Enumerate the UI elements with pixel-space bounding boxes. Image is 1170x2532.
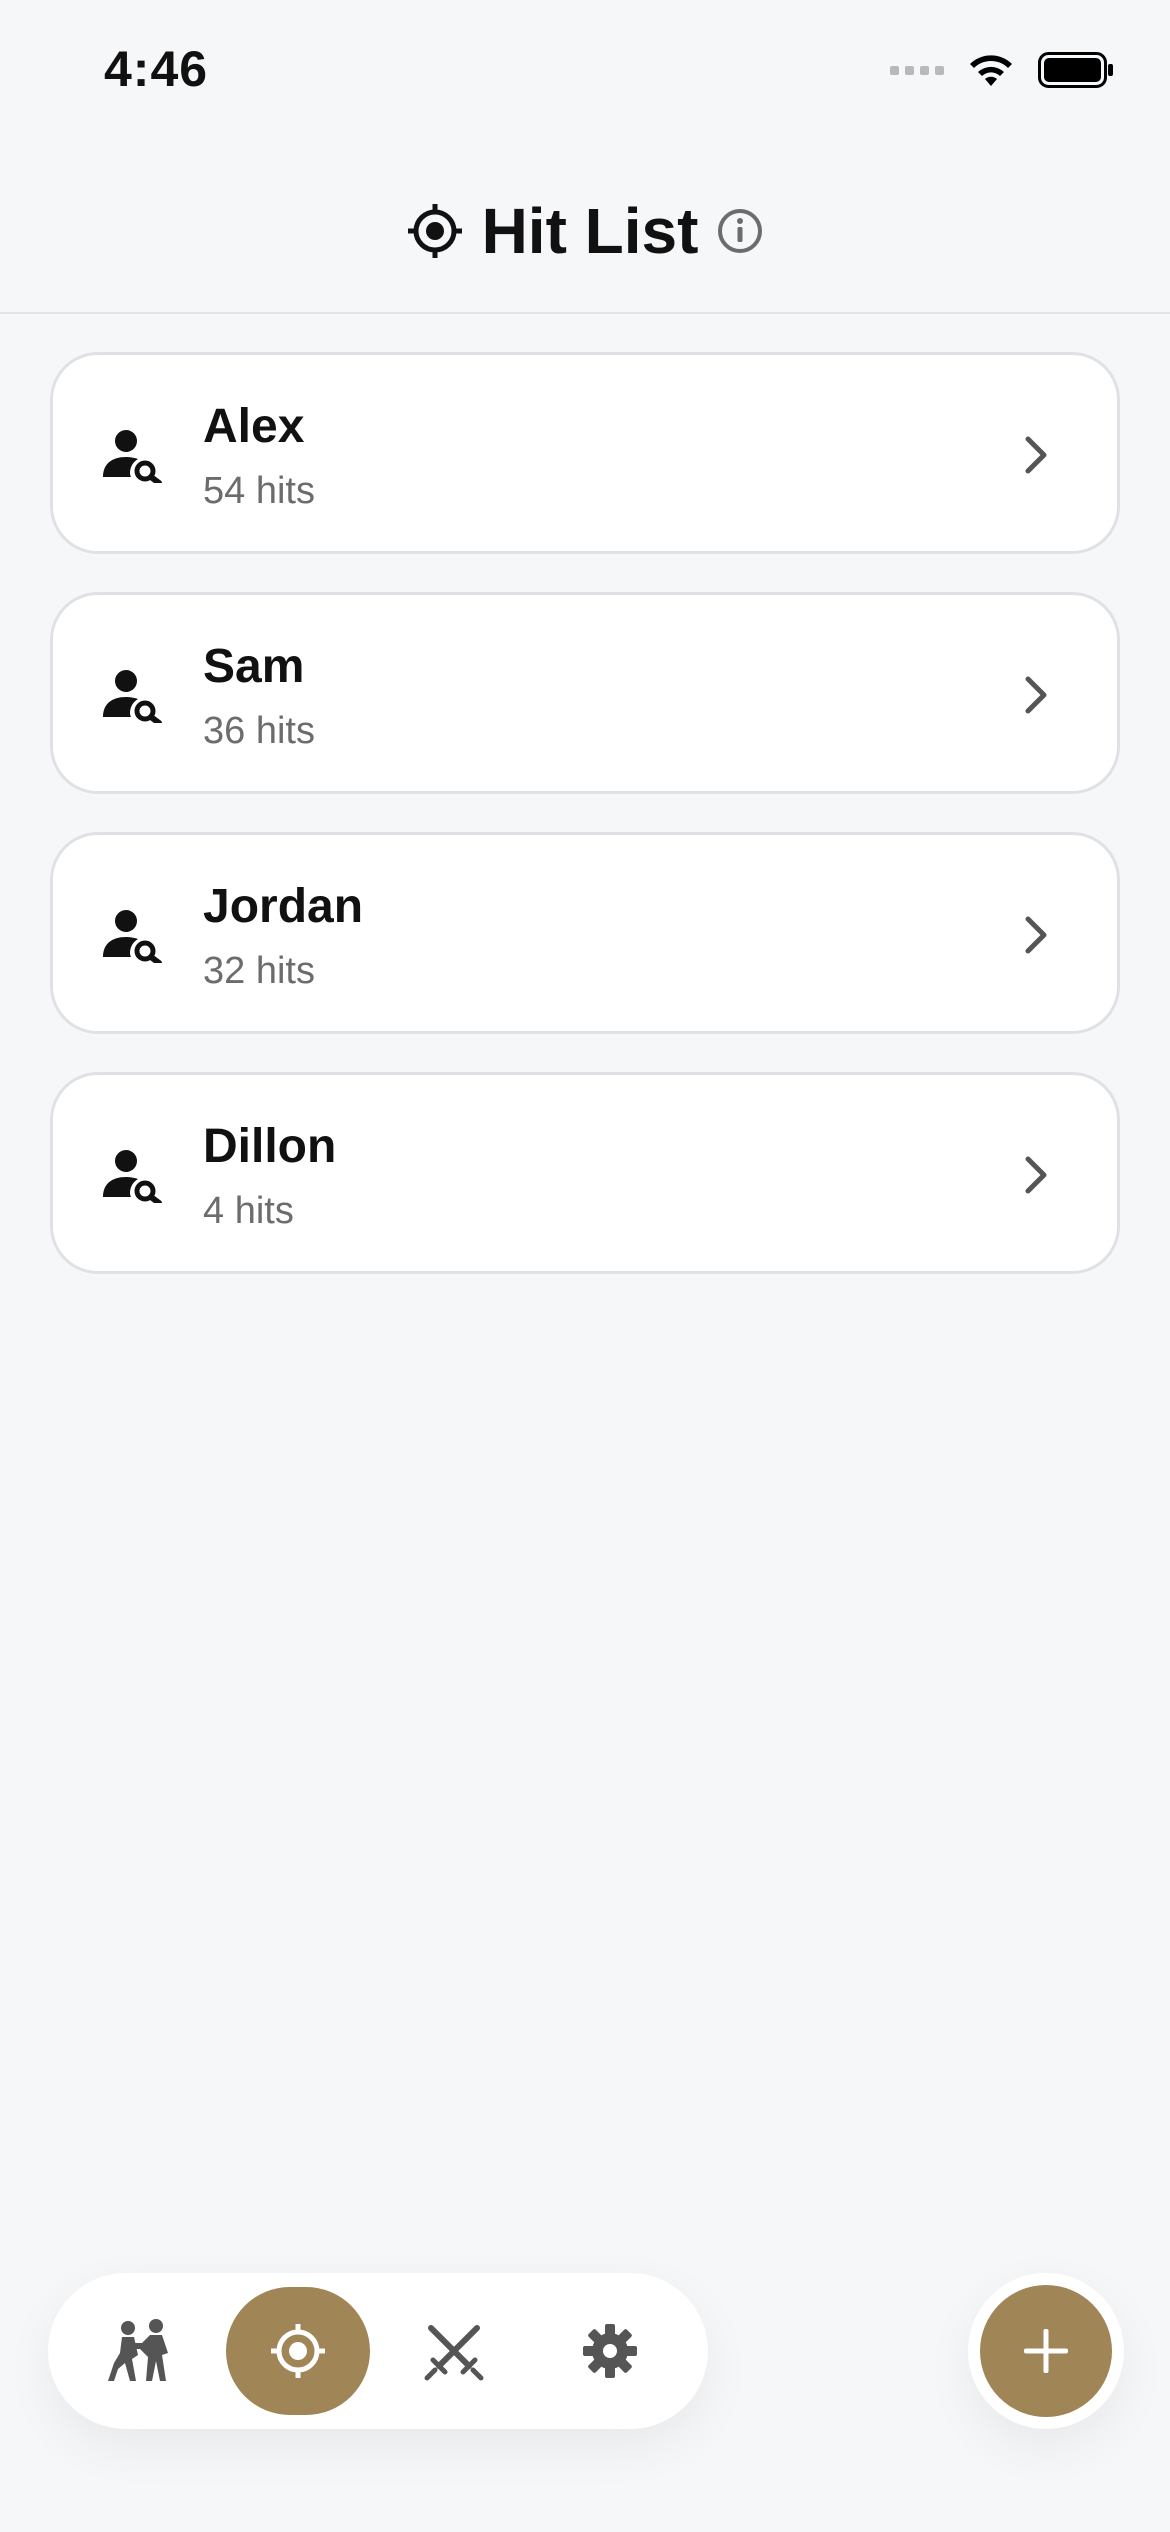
gear-icon <box>583 2324 637 2378</box>
list-item-hits: 4 hits <box>203 1190 294 1232</box>
hit-list: Alex 54 hits Sam 36 hits Jordan 32 hits … <box>50 352 1120 1312</box>
crosshair-icon <box>271 2324 325 2378</box>
person-search-icon <box>103 670 162 723</box>
person-search-icon <box>103 910 162 963</box>
list-item-name: Jordan <box>203 880 364 933</box>
list-item-text: Jordan 32 hits <box>203 879 363 997</box>
list-item[interactable]: Sam 36 hits <box>50 592 1120 794</box>
list-item[interactable]: Dillon 4 hits <box>50 1072 1120 1274</box>
add-button-inner <box>980 2285 1112 2417</box>
info-icon[interactable] <box>716 207 764 255</box>
list-item[interactable]: Alex 54 hits <box>50 352 1120 554</box>
add-button[interactable] <box>968 2273 1124 2429</box>
tab-settings[interactable] <box>538 2287 682 2415</box>
list-item-name: Dillon <box>203 1120 337 1173</box>
tab-fight[interactable] <box>70 2287 214 2415</box>
list-item-name: Alex <box>203 400 305 453</box>
list-item-text: Dillon 4 hits <box>203 1119 336 1237</box>
tab-battles[interactable] <box>382 2287 526 2415</box>
wifi-icon <box>970 55 1012 86</box>
crossed-swords-icon <box>424 2325 484 2381</box>
page-title: Hit List <box>481 195 699 267</box>
chevron-right-icon <box>1025 436 1047 474</box>
person-search-icon <box>103 1150 162 1203</box>
status-bar: 4:46 <box>0 0 1170 150</box>
list-item-hits: 54 hits <box>203 470 315 512</box>
header: Hit List <box>0 150 1170 314</box>
list-item-text: Alex 54 hits <box>203 399 315 517</box>
status-icons <box>890 52 1114 88</box>
crosshair-icon <box>407 204 462 258</box>
chevron-right-icon <box>1025 676 1047 714</box>
cellular-signal-icon <box>890 65 944 75</box>
list-item-name: Sam <box>203 640 305 693</box>
tab-hit-list[interactable] <box>226 2287 370 2415</box>
fight-icon <box>108 2319 168 2381</box>
plus-icon <box>1024 2329 1068 2373</box>
list-item-text: Sam 36 hits <box>203 639 315 757</box>
list-item-hits: 32 hits <box>203 950 315 992</box>
person-search-icon <box>103 430 162 483</box>
list-item-hits: 36 hits <box>203 710 315 752</box>
list-item[interactable]: Jordan 32 hits <box>50 832 1120 1034</box>
status-time: 4:46 <box>104 41 209 97</box>
bottom-tab-bar <box>48 2273 708 2429</box>
chevron-right-icon <box>1025 1156 1047 1194</box>
battery-icon <box>1038 52 1113 88</box>
chevron-right-icon <box>1025 916 1047 954</box>
